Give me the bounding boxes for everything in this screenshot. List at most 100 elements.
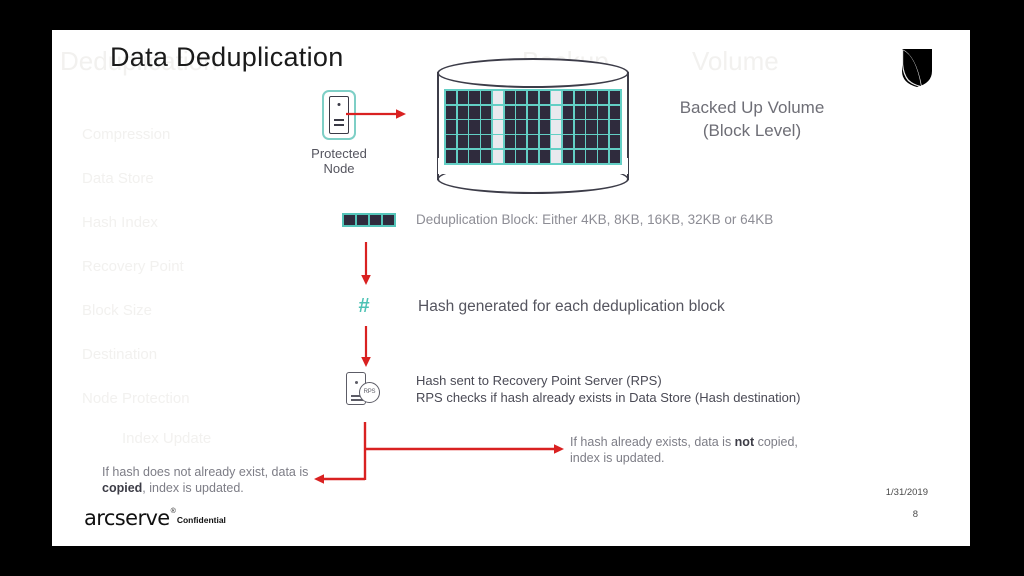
arrow-legend-to-hash bbox=[361, 242, 371, 285]
volume-block bbox=[527, 91, 539, 105]
ghost-artifact-text: Data Store bbox=[82, 170, 154, 187]
volume-block bbox=[598, 120, 609, 134]
volume-block bbox=[609, 120, 620, 134]
volume-block bbox=[481, 135, 492, 149]
slide-page-number: 8 bbox=[912, 509, 918, 520]
volume-block bbox=[469, 149, 480, 163]
arrow-hash-to-rps bbox=[361, 326, 371, 367]
volume-block bbox=[563, 91, 574, 105]
arrow-node-to-volume bbox=[346, 109, 406, 119]
hash-step-label: Hash generated for each deduplication bl… bbox=[418, 297, 725, 315]
volume-block bbox=[481, 149, 492, 163]
ghost-artifact-text: Compression bbox=[82, 126, 171, 143]
volume-block bbox=[574, 105, 585, 119]
volume-block bbox=[504, 135, 515, 149]
slide-date: 1/31/2019 bbox=[885, 487, 928, 498]
volume-block bbox=[457, 149, 468, 163]
volume-block bbox=[598, 91, 609, 105]
volume-block bbox=[586, 105, 597, 119]
volume-block bbox=[527, 120, 539, 134]
volume-block bbox=[481, 91, 492, 105]
ghost-artifact-text: Index Update bbox=[122, 430, 212, 447]
volume-block bbox=[609, 135, 620, 149]
volume-caption: Backed Up Volume (Block Level) bbox=[652, 96, 852, 142]
volume-block bbox=[457, 105, 468, 119]
dedup-swatch-block bbox=[357, 214, 368, 225]
protected-node-label-line2: Node bbox=[323, 161, 355, 176]
volume-block bbox=[551, 135, 562, 149]
branch-hash-exists-label: If hash already exists, data is not copi… bbox=[570, 434, 820, 466]
branch-exists-text-after: copied, bbox=[754, 435, 798, 449]
volume-block bbox=[586, 91, 597, 105]
volume-block bbox=[516, 120, 527, 134]
dedup-swatch-block bbox=[370, 214, 381, 225]
volume-block bbox=[598, 105, 609, 119]
volume-block bbox=[586, 149, 597, 163]
volume-block bbox=[492, 135, 503, 149]
protected-node-group: Protected Node bbox=[284, 90, 394, 176]
volume-block bbox=[574, 91, 585, 105]
volume-block bbox=[539, 91, 550, 105]
volume-block bbox=[563, 135, 574, 149]
rps-step-label: Hash sent to Recovery Point Server (RPS)… bbox=[416, 372, 800, 406]
volume-block bbox=[574, 135, 585, 149]
branch-notexists-line2-after: , index is updated. bbox=[142, 481, 244, 495]
slide-canvas: DeduplicationBackupVolumeCompressionData… bbox=[52, 30, 970, 546]
slide-letterbox-frame: DeduplicationBackupVolumeCompressionData… bbox=[0, 0, 1024, 576]
volume-block bbox=[446, 135, 457, 149]
ghost-artifact-text: Node Protection bbox=[82, 390, 190, 407]
branch-exists-text-before: If hash already exists, data is bbox=[570, 435, 735, 449]
rps-server-icon: RPS bbox=[346, 370, 380, 408]
volume-block bbox=[469, 135, 480, 149]
rps-badge-label: RPS bbox=[359, 382, 380, 403]
volume-block bbox=[469, 120, 480, 134]
volume-block bbox=[539, 149, 550, 163]
page-title: Data Deduplication bbox=[110, 42, 344, 72]
volume-block bbox=[469, 105, 480, 119]
protected-node-label-line1: Protected bbox=[311, 146, 367, 161]
volume-block bbox=[586, 120, 597, 134]
arcserve-logo: arcserve ® Confidential bbox=[84, 506, 226, 530]
dedup-block-legend-label: Deduplication Block: Either 4KB, 8KB, 16… bbox=[416, 212, 774, 227]
branch-exists-emphasis: not bbox=[734, 435, 755, 449]
backed-up-volume-group: Backed Up Volume (Block Level) bbox=[437, 58, 824, 198]
rps-step-label-line1: Hash sent to Recovery Point Server (RPS) bbox=[416, 373, 662, 388]
volume-block bbox=[504, 149, 515, 163]
volume-block bbox=[481, 120, 492, 134]
volume-block bbox=[563, 105, 574, 119]
volume-block bbox=[527, 135, 539, 149]
volume-block bbox=[492, 105, 503, 119]
volume-block bbox=[574, 120, 585, 134]
volume-block bbox=[504, 105, 515, 119]
volume-block bbox=[598, 135, 609, 149]
volume-block bbox=[516, 149, 527, 163]
hash-step-row: # Hash generated for each deduplication … bbox=[352, 295, 725, 318]
volume-block bbox=[446, 105, 457, 119]
volume-block bbox=[481, 105, 492, 119]
volume-block bbox=[609, 105, 620, 119]
volume-block bbox=[504, 120, 515, 134]
volume-block bbox=[492, 91, 503, 105]
volume-block bbox=[457, 135, 468, 149]
dedup-swatch-block bbox=[344, 214, 355, 225]
branch-notexists-line1: If hash does not already exist, data is bbox=[102, 465, 309, 479]
volume-block bbox=[551, 120, 562, 134]
volume-block bbox=[492, 149, 503, 163]
volume-block bbox=[563, 120, 574, 134]
volume-block bbox=[586, 135, 597, 149]
ghost-artifact-text: Destination bbox=[82, 346, 158, 363]
volume-block bbox=[492, 120, 503, 134]
ghost-artifact-text: Volume bbox=[692, 46, 779, 76]
volume-block bbox=[539, 105, 550, 119]
volume-caption-line2: (Block Level) bbox=[702, 121, 802, 140]
volume-block bbox=[469, 91, 480, 105]
ghost-artifact-text: Hash Index bbox=[82, 214, 158, 231]
volume-block bbox=[563, 149, 574, 163]
volume-block bbox=[598, 149, 609, 163]
ghost-artifact-text: Block Size bbox=[82, 302, 153, 319]
volume-block bbox=[457, 120, 468, 134]
volume-block bbox=[516, 91, 527, 105]
volume-block bbox=[504, 91, 515, 105]
ghost-artifact-text: Recovery Point bbox=[82, 258, 184, 275]
volume-caption-line1: Backed Up Volume bbox=[679, 98, 825, 117]
